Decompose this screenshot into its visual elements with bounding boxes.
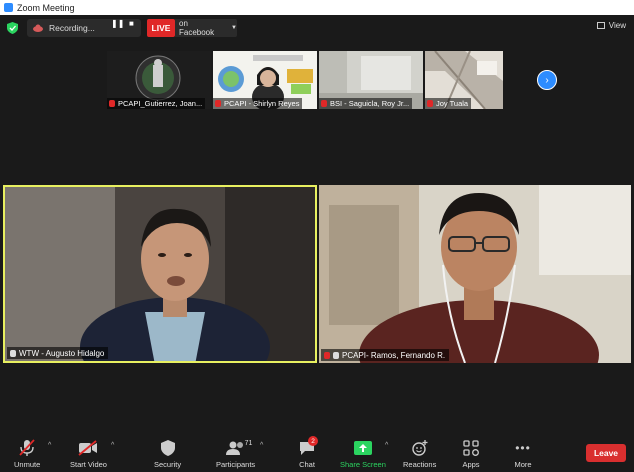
share-screen-button[interactable]: Share Screen [340,438,386,469]
chat-unread-badge: 2 [308,436,318,446]
thumbnail-name-label: Joy Tuala [425,98,472,109]
grid-view-icon [596,22,605,29]
share-screen-icon [353,441,372,455]
pause-recording-button[interactable]: ❚❚ [111,19,124,28]
unmute-button[interactable]: Unmute [14,438,40,469]
window-title: Zoom Meeting [17,2,75,13]
meeting-topbar: Recording... ❚❚ ■ LIVE on Facebook ▼ Vie… [0,15,634,41]
window-titlebar: Zoom Meeting [0,0,634,15]
participant-video-tile[interactable]: PCAPI- Ramos, Fernando R. [319,185,631,363]
view-button[interactable]: View [596,21,626,30]
mic-off-icon [19,439,35,456]
participant-name-label: WTW - Augusto Hidalgo [7,347,109,359]
participant-thumbnail[interactable]: Joy Tuala [425,51,503,109]
participant-thumbnail-strip: PCAPI_Gutierrez, Joan... PCAPI - Shirlyn… [107,51,503,109]
shield-icon[interactable] [7,22,18,34]
participants-count: 71 [244,440,253,447]
participant-thumbnail[interactable]: PCAPI - Shirlyn Reyes [213,51,317,109]
active-speaker-video-tile[interactable]: WTW - Augusto Hidalgo [3,185,317,363]
apps-button[interactable]: Apps [460,438,482,469]
smiley-plus-icon [411,440,428,456]
thumbnail-name-label: PCAPI - Shirlyn Reyes [213,98,303,109]
share-options-caret[interactable]: ^ [385,442,388,449]
live-target-label: on Facebook [179,19,215,37]
participant-video-image [319,185,631,363]
mic-unmuted-icon [10,349,16,357]
mic-muted-icon [215,100,221,107]
participant-name-label: PCAPI- Ramos, Fernando R. [321,349,450,361]
more-dots-icon: ••• [515,441,531,455]
mic-muted-icon [324,351,330,359]
participant-thumbnail[interactable]: PCAPI_Gutierrez, Joan... [107,51,211,109]
recording-label: Recording... [49,23,95,33]
participant-thumbnail[interactable]: BSI - Saguicla, Roy Jr... [319,51,423,109]
video-options-caret[interactable]: ^ [111,442,114,449]
more-button[interactable]: ••• More [512,438,534,469]
thumbnail-name-label: BSI - Saguicla, Roy Jr... [319,98,413,109]
chat-button[interactable]: 2 Chat [296,436,318,469]
start-video-button[interactable]: Start Video [70,438,107,469]
chevron-right-icon: › [545,74,549,86]
zoom-app-icon [4,3,13,12]
reactions-button[interactable]: Reactions [403,438,436,469]
live-target-dropdown[interactable]: on Facebook ▼ [175,19,237,37]
participants-icon [225,441,243,455]
participants-button[interactable]: 71 Participants [216,438,255,469]
participants-options-caret[interactable]: ^ [260,442,263,449]
audio-options-caret[interactable]: ^ [48,442,51,449]
mic-muted-icon [109,100,115,107]
live-badge[interactable]: LIVE [147,19,175,37]
mic-muted-icon [321,100,327,107]
cloud-record-icon [33,24,43,32]
stop-recording-button[interactable]: ■ [129,19,134,28]
next-page-button[interactable]: › [537,70,557,90]
apps-icon [463,440,479,456]
meeting-toolbar: Unmute ^ Start Video ^ Security 71 Parti… [0,436,634,472]
mic-muted-icon [427,100,433,107]
caret-down-icon: ▼ [231,25,237,31]
video-off-icon [78,440,98,456]
security-button[interactable]: Security [154,438,181,469]
pin-icon [333,351,339,359]
thumbnail-name-label: PCAPI_Gutierrez, Joan... [107,98,206,109]
participant-video-image [5,187,315,361]
view-label: View [608,21,626,30]
leave-button[interactable]: Leave [586,444,626,462]
security-shield-icon [160,440,175,456]
